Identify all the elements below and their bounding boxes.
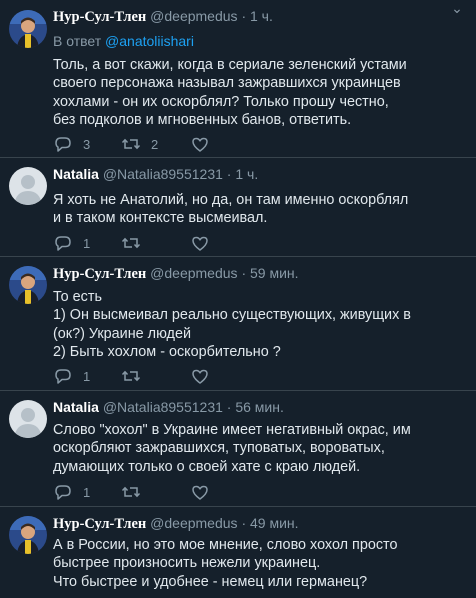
tweet[interactable]: Нур-Сул-Тлен @deepmedus · 1 ч. ⌄ В ответ… [0, 0, 476, 158]
like-button[interactable] [190, 483, 210, 501]
tweet-header: Нур-Сул-Тлен @deepmedus · 49 мин. [53, 515, 468, 533]
author-name[interactable]: Natalia [53, 166, 99, 182]
reply-button[interactable]: 1 [53, 483, 90, 501]
reply-button[interactable]: 3 [53, 135, 90, 153]
text-line: думающих только о своей хате с краю люде… [53, 458, 361, 475]
avatar[interactable] [9, 266, 47, 304]
retweet-icon [121, 238, 141, 248]
like-button[interactable] [190, 135, 210, 153]
like-button[interactable] [190, 367, 210, 385]
avatar[interactable] [9, 400, 47, 438]
reply-icon [55, 236, 71, 251]
like-icon [192, 236, 208, 251]
timestamp[interactable]: · 49 мин. [241, 515, 298, 531]
text-line: оскорбляют зажравшихся, туповатых, воров… [53, 440, 385, 457]
reply-count: 1 [83, 368, 91, 384]
retweet-count: 2 [151, 136, 159, 152]
tweet-header: Нур-Сул-Тлен @deepmedus · 59 мин. [53, 265, 468, 283]
text-line: Что быстрее и удобнее - немец или герман… [53, 573, 368, 590]
reply-count: 1 [83, 235, 91, 251]
tweet[interactable]: Нур-Сул-Тлен @deepmedus · 49 мин. А в Ро… [0, 507, 476, 598]
like-button[interactable] [190, 234, 210, 252]
text-line: 2) Быть хохлом - оскорбительно ? [53, 343, 281, 360]
text-line: Толь, а вот скажи, когда в сериале зелен… [53, 57, 407, 73]
reply-icon [55, 137, 71, 152]
text-line: и в таком контексте высмеивал. [53, 210, 268, 227]
text-line: (ок?) Украине людей [53, 325, 191, 342]
retweet-button[interactable] [121, 367, 141, 385]
tweet-header: Natalia @Natalia89551231 · 56 мин. [53, 399, 468, 415]
like-icon [192, 369, 208, 384]
tweet-header: Нур-Сул-Тлен @deepmedus · 1 ч. [53, 8, 468, 26]
reply-button[interactable]: 1 [53, 367, 90, 385]
text-line: быстрее произносить нежели украинец. [53, 555, 321, 572]
reply-count: 1 [83, 484, 91, 500]
reply-label: В ответ [53, 33, 102, 49]
author-handle[interactable]: @deepmedus [150, 8, 237, 24]
reply-to-link[interactable]: @anatoliishari [105, 33, 194, 49]
reply-icon [55, 485, 71, 500]
retweet-icon [121, 371, 141, 381]
retweet-button[interactable] [121, 483, 141, 501]
reply-context: В ответ @anatoliishari [53, 33, 194, 49]
author-name[interactable]: Нур-Сул-Тлен [53, 516, 146, 532]
author-name[interactable]: Natalia [53, 399, 99, 415]
tweet-text: То есть 1) Он высмеивал реально существу… [53, 288, 456, 361]
text-line: без подколов и мгновенных банов, ответит… [53, 111, 352, 128]
author-handle[interactable]: @Natalia89551231 [103, 166, 223, 182]
text-line: А в России, но это мое мнение, слово хох… [53, 537, 398, 553]
timestamp[interactable]: · 56 мин. [227, 399, 284, 415]
text-line: своего персонажа называл зажравшихся укр… [53, 75, 401, 92]
reply-icon [55, 369, 71, 384]
avatar[interactable] [9, 516, 47, 554]
author-name[interactable]: Нур-Сул-Тлен [53, 9, 146, 25]
like-icon [192, 137, 208, 152]
text-line: Я хоть не Анатолий, но да, он там именно… [53, 192, 409, 208]
chevron-down-icon[interactable]: ⌄ [450, 1, 464, 17]
author-handle[interactable]: @deepmedus [150, 515, 237, 531]
retweet-icon [121, 487, 141, 497]
timestamp[interactable]: · 1 ч. [227, 166, 258, 182]
like-icon [192, 485, 208, 500]
tweet-text: Я хоть не Анатолий, но да, он там именно… [53, 191, 456, 228]
timestamp[interactable]: · 1 ч. [241, 8, 272, 24]
text-line: 1) Он высмеивал реально существующих, жи… [53, 307, 411, 324]
retweet-button[interactable]: 2 [121, 135, 158, 153]
timestamp[interactable]: · 59 мин. [241, 265, 298, 281]
reply-count: 3 [83, 136, 91, 152]
retweet-button[interactable] [121, 234, 141, 252]
tweet[interactable]: Нур-Сул-Тлен @deepmedus · 59 мин. То ест… [0, 257, 476, 391]
text-line: хохлами - он их оскорблял? Только прошу … [53, 93, 389, 110]
tweet-text: А в России, но это мое мнение, слово хох… [53, 536, 456, 591]
author-handle[interactable]: @Natalia89551231 [103, 399, 223, 415]
text-line: То есть [53, 289, 102, 305]
tweet-text: Толь, а вот скажи, когда в сериале зелен… [53, 56, 456, 129]
tweet[interactable]: Natalia @Natalia89551231 · 1 ч. Я хоть н… [0, 158, 476, 257]
retweet-icon [121, 139, 141, 149]
reply-button[interactable]: 1 [53, 234, 90, 252]
text-line: Слово "хохол" в Украине имеет негативный… [53, 422, 411, 438]
author-handle[interactable]: @deepmedus [150, 265, 237, 281]
tweet[interactable]: Natalia @Natalia89551231 · 56 мин. Слово… [0, 391, 476, 507]
tweet-header: Natalia @Natalia89551231 · 1 ч. [53, 166, 468, 182]
tweet-text: Слово "хохол" в Украине имеет негативный… [53, 421, 456, 476]
avatar[interactable] [9, 10, 47, 48]
author-name[interactable]: Нур-Сул-Тлен [53, 266, 146, 282]
avatar[interactable] [9, 167, 47, 205]
